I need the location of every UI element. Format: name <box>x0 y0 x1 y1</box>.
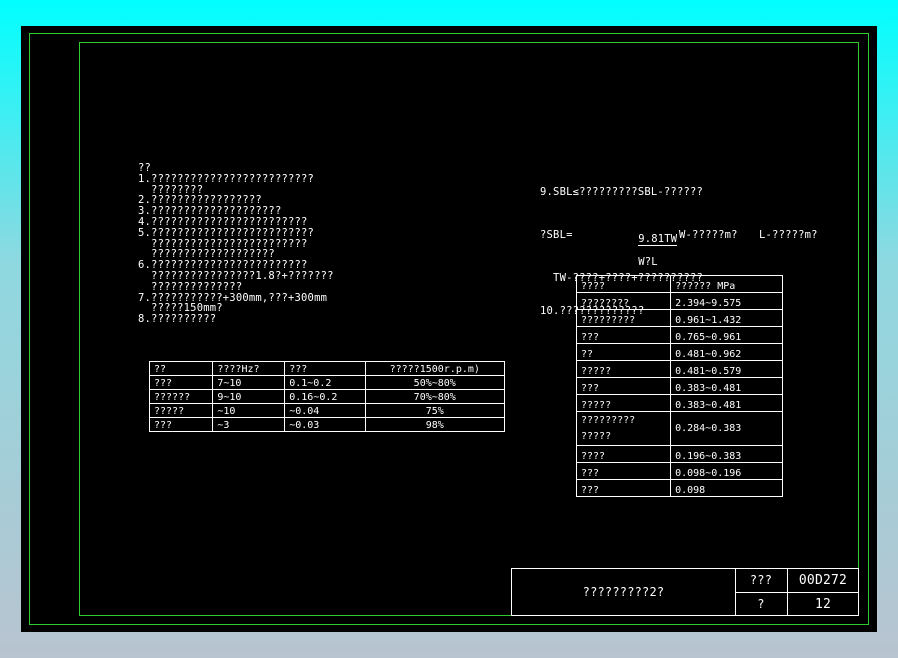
soil-cell: ??? <box>575 462 672 480</box>
vib-cell: 0.1~0.2 <box>284 375 366 390</box>
drawing-canvas: ?? 1.????????????????????????? ???????? 2.… <box>21 26 877 632</box>
soil-cell: 0.196~0.383 <box>670 445 783 463</box>
soil-cell: ??? <box>575 377 672 395</box>
vib-header-cell: ??? <box>284 361 366 376</box>
table-row: ????? 0.383~0.481 <box>575 394 783 412</box>
soil-cell: 2.394~9.575 <box>670 292 783 310</box>
soil-cell: 0.383~0.481 <box>670 377 783 395</box>
formula-l-def: L-?????m? <box>759 229 818 241</box>
table-row: ?????? 9~10 0.16~0.2 70%~80% <box>148 389 505 404</box>
page-number: 12 <box>814 596 832 612</box>
formula-w-def: W-?????m? <box>679 229 738 241</box>
table-row: ??? 7~10 0.1~0.2 50%~80% <box>148 375 505 390</box>
table-row: ??? 0.383~0.481 <box>575 377 783 395</box>
soil-cell: ????????? ????? <box>575 411 672 446</box>
vib-cell: 75% <box>364 403 505 418</box>
soil-cell: 0.098 <box>670 479 783 497</box>
vibration-table: ?? ????Hz???? ?????1500r.p.m) ??? 7~10 0.1~0… <box>148 361 505 432</box>
note-line: 1.????????????????????????? <box>138 172 315 185</box>
soil-cell: 0.481~0.962 <box>670 343 783 361</box>
soil-cell: ???? <box>575 445 672 463</box>
table-row: ?? 0.481~0.962 <box>575 343 783 361</box>
vib-cell: ~10 <box>212 403 286 418</box>
table-row: ????? ~10 ~0.04 75% <box>148 403 505 418</box>
drawing-title: ?????????2? <box>582 584 665 599</box>
vib-cell: ??? <box>148 375 214 390</box>
vib-cell: 7~10 <box>212 375 286 390</box>
soil-cell: 0.383~0.481 <box>670 394 783 412</box>
vib-cell: ??? <box>148 417 214 432</box>
formula-denominator: W?L <box>638 256 658 268</box>
soil-header-cell: ???? <box>575 275 672 293</box>
table-row: ???????? 2.394~9.575 <box>575 292 783 310</box>
vib-cell: 70%~80% <box>364 389 505 404</box>
vib-cell: 0.16~0.2 <box>284 389 366 404</box>
table-row: ????????? ????? 0.284~0.383 <box>575 411 783 446</box>
vib-header-cell: ?? <box>148 361 214 376</box>
note-line: 5.????????????????????????? <box>138 226 315 239</box>
vib-cell: ~0.04 <box>284 403 366 418</box>
note-line: 8.?????????? <box>138 313 217 326</box>
vib-cell: 50%~80% <box>364 375 505 390</box>
atlas-number: 00D272 <box>798 573 848 588</box>
soil-cell: ?? <box>575 343 672 361</box>
soil-header-cell: ?????? MPa <box>670 275 783 293</box>
table-row: ??? 0.098~0.196 <box>575 462 783 480</box>
vib-header-cell: ?????1500r.p.m) <box>364 361 505 376</box>
page-label: ? <box>757 596 765 611</box>
vib-cell: ~0.03 <box>284 417 366 432</box>
table-row: ??? 0.765~0.961 <box>575 326 783 344</box>
vib-cell: 9~10 <box>212 389 286 404</box>
soil-cell: ??? <box>575 479 672 497</box>
table-row: ???? 0.196~0.383 <box>575 445 783 463</box>
formula-lhs: ?SBL= <box>540 229 573 241</box>
soil-bearing-table: ?????????? MPa ???????? 2.394~9.575??????… <box>575 275 783 497</box>
formula-numerator: 9.81TW <box>638 233 678 246</box>
vib-cell: ????? <box>148 403 214 418</box>
table-row: ??? ~3 ~0.03 98% <box>148 417 505 432</box>
soil-cell: ????? <box>575 360 672 378</box>
vib-cell: ~3 <box>212 417 286 432</box>
vib-cell: 98% <box>364 417 505 432</box>
table-row: ????????? 0.961~1.432 <box>575 309 783 327</box>
atlas-label: ??? <box>749 573 773 587</box>
soil-cell: 0.098~0.196 <box>670 462 783 480</box>
soil-cell: ????????? <box>575 309 672 327</box>
note-line: ?????????????? <box>138 280 243 293</box>
soil-cell: ????? <box>575 394 672 412</box>
title-block: ?????????2? ??? 00D272 ? 12 <box>511 568 859 616</box>
sbl-formula: ?SBL= 9.81TW W?L W-?????m? L-?????m? <box>540 223 818 268</box>
table-row: ??? 0.098 <box>575 479 783 497</box>
soil-cell: 0.765~0.961 <box>670 326 783 344</box>
note-9: 9.SBL≤?????????SBL-?????? <box>540 186 704 198</box>
soil-cell: 0.284~0.383 <box>670 411 783 446</box>
vib-cell: ?????? <box>148 389 214 404</box>
notes-left: ?? 1.????????????????????????? ???????? 2.… <box>138 163 334 325</box>
soil-cell: 0.481~0.579 <box>670 360 783 378</box>
soil-cell: ??? <box>575 326 672 344</box>
soil-cell: 0.961~1.432 <box>670 309 783 327</box>
table-row: ????? 0.481~0.579 <box>575 360 783 378</box>
vib-header-cell: ????Hz? <box>212 361 286 376</box>
soil-cell: ???????? <box>575 292 672 310</box>
